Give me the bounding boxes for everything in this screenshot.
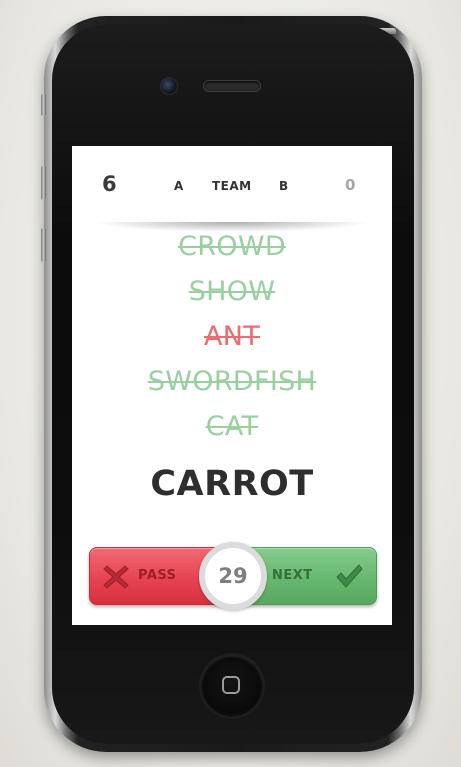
- team-a-label[interactable]: A: [174, 179, 183, 193]
- team-b-score: 0: [345, 176, 356, 194]
- word-history-list: CROWD SHOW ANT SWORDFISH CAT: [72, 230, 392, 455]
- earpiece-speaker: [203, 80, 261, 92]
- pass-button-label: PASS: [138, 568, 177, 583]
- word-history-item: CAT: [205, 411, 259, 442]
- x-icon: [103, 565, 129, 589]
- mute-switch: [41, 94, 46, 116]
- scoreboard: 6 A TEAM B 0: [72, 146, 392, 226]
- volume-down-button: [41, 228, 46, 262]
- team-b-label[interactable]: B: [279, 179, 288, 193]
- word-history-item: SHOW: [188, 276, 276, 307]
- home-square-icon: [222, 676, 240, 694]
- app-screen: 6 A TEAM B 0 CROWD SHOW ANT SWORDFISH CA…: [72, 146, 392, 625]
- volume-up-button: [41, 166, 46, 200]
- word-history-item: SWORDFISH: [147, 366, 317, 397]
- next-button-label: NEXT: [272, 568, 313, 583]
- word-history-item-passed: ANT: [203, 321, 261, 352]
- control-bar: PASS NEXT 29: [89, 542, 377, 610]
- check-icon: [336, 564, 363, 588]
- team-label: TEAM: [212, 179, 252, 193]
- front-camera: [160, 77, 178, 95]
- current-word: CARROT: [150, 464, 314, 504]
- team-a-score: 6: [102, 172, 117, 196]
- countdown-timer: 29: [199, 542, 267, 610]
- word-history-item: CROWD: [178, 231, 286, 262]
- home-button[interactable]: [201, 655, 263, 717]
